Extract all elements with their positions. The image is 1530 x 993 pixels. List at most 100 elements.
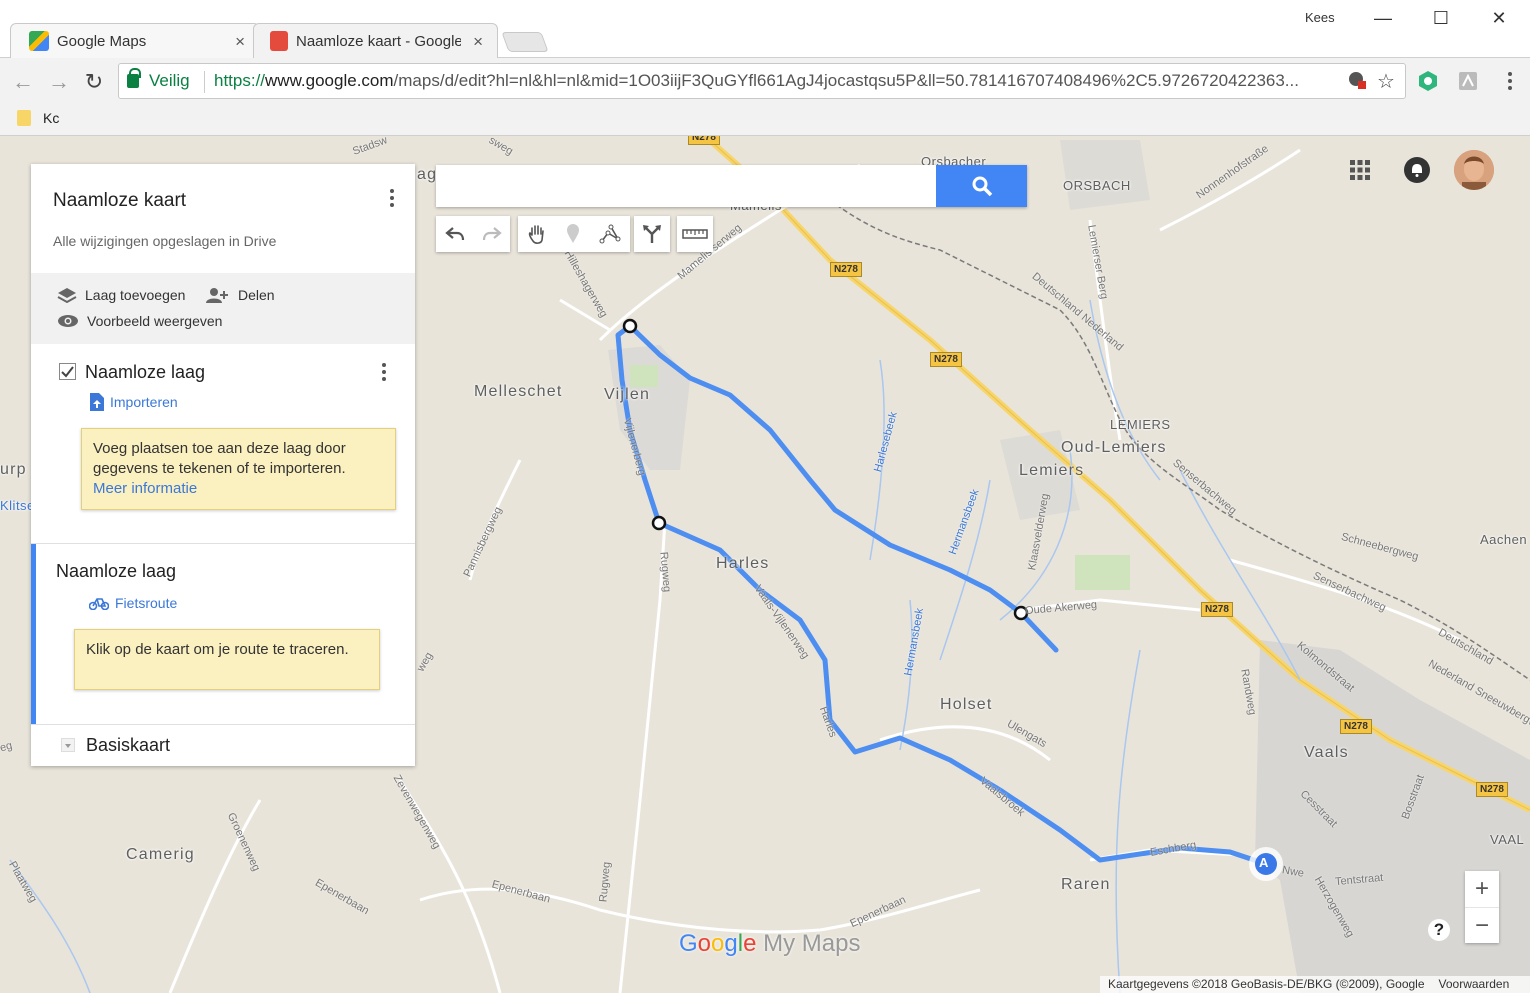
road-shield: N278 (930, 352, 962, 367)
add-layer-button[interactable]: Laag toevoegen (57, 287, 185, 303)
preview-button[interactable]: Voorbeeld weergeven (57, 313, 222, 329)
layer-options-icon[interactable] (382, 363, 386, 384)
help-icon[interactable]: ? (1428, 919, 1450, 941)
share-button[interactable]: Delen (206, 287, 275, 303)
pan-hand-icon[interactable] (527, 223, 547, 245)
extension-shield-icon[interactable] (1416, 69, 1440, 93)
bicycle-icon (89, 598, 109, 610)
tab-google-maps[interactable]: Google Maps × (10, 23, 260, 58)
place-label: LEMIERS (1110, 417, 1171, 432)
add-person-icon (206, 288, 228, 303)
zoom-controls: + − (1465, 871, 1499, 943)
map-title[interactable]: Naamloze kaart (53, 190, 186, 212)
layer-visibility-checkbox[interactable] (59, 363, 76, 380)
orsbach-urban-area (1060, 140, 1150, 210)
layer2-tip-text: Klik op de kaart om je route te traceren… (86, 641, 349, 658)
save-status: Alle wijzigingen opgeslagen in Drive (53, 233, 277, 249)
add-marker-icon[interactable] (566, 224, 580, 244)
road-shield: N278 (688, 136, 720, 145)
route-start-marker-label: A (1259, 855, 1269, 870)
place-label: Holset (940, 696, 993, 713)
tab-close-icon[interactable]: × (473, 32, 483, 52)
bookmark-folder-kc[interactable]: Kc (43, 110, 59, 126)
search-button[interactable] (936, 165, 1027, 207)
ruler-icon (682, 229, 708, 239)
route-waypoint[interactable] (622, 318, 638, 334)
terms-link[interactable]: Voorwaarden (1439, 977, 1510, 991)
close-window-icon[interactable]: ✕ (1484, 8, 1514, 29)
tab-strip: Google Maps × Naamloze kaart - Google × … (0, 0, 1530, 58)
back-arrow-icon[interactable]: ← (10, 69, 36, 95)
notifications-bell-icon[interactable] (1404, 157, 1430, 183)
park-area (630, 365, 658, 387)
browser-chrome: Google Maps × Naamloze kaart - Google × … (0, 0, 1530, 136)
maximize-icon[interactable]: ☐ (1426, 8, 1456, 29)
account-avatar[interactable] (1454, 150, 1494, 190)
route-mode-label: Fietsroute (115, 595, 178, 611)
minimize-icon[interactable]: — (1368, 8, 1398, 29)
route-mode-link[interactable]: Fietsroute (89, 595, 177, 611)
place-label: ORSBACH (1063, 178, 1131, 193)
secure-label: Veilig (149, 71, 190, 90)
place-label: Camerig (126, 846, 195, 863)
route-waypoint[interactable] (651, 515, 667, 531)
layer2-title[interactable]: Naamloze laag (56, 561, 176, 582)
apps-grid-icon[interactable] (1350, 160, 1370, 180)
blocked-content-icon[interactable] (1347, 70, 1367, 95)
layer1-tip: Voeg plaatsen toe aan deze laag door geg… (81, 428, 396, 510)
place-label: Klitse (0, 498, 35, 513)
profile-name[interactable]: Kees (1305, 10, 1335, 25)
layers-panel: Naamloze kaart Alle wijzigingen opgeslag… (31, 164, 415, 766)
layers-icon (57, 288, 77, 303)
panel-actions: Laag toevoegen Delen Voorbeeld weergeven (31, 273, 415, 344)
new-tab-button[interactable] (501, 32, 549, 52)
basemap-title[interactable]: Basiskaart (86, 735, 170, 756)
tab-title: Naamloze kaart - Google (296, 32, 461, 50)
tab-naamloze-kaart[interactable]: Naamloze kaart - Google × (253, 23, 498, 58)
draw-line-icon[interactable] (599, 224, 621, 244)
directions-button[interactable] (634, 216, 670, 252)
map-options-icon[interactable] (390, 189, 394, 210)
measure-button[interactable] (677, 216, 713, 252)
undo-redo-group (436, 216, 510, 252)
place-label: Melleschet (474, 383, 563, 400)
more-info-link[interactable]: Meer informatie (93, 480, 197, 497)
share-label: Delen (238, 287, 275, 303)
reload-icon[interactable]: ↻ (81, 69, 107, 95)
search-input[interactable] (446, 173, 926, 199)
redo-icon[interactable] (482, 226, 502, 242)
bike-route-line (615, 323, 1269, 867)
forward-arrow-icon[interactable]: → (46, 69, 72, 95)
layer-divider (31, 543, 415, 544)
bookmark-star-icon[interactable]: ☆ (1377, 69, 1395, 94)
secure-indicator[interactable]: Veilig (127, 68, 190, 91)
zoom-out-button[interactable]: − (1465, 907, 1499, 943)
search-box (436, 165, 1027, 207)
bookmarks-bar: Kc (0, 104, 1530, 135)
lock-icon (127, 68, 141, 88)
place-label: Vaals (1304, 744, 1349, 761)
search-icon (972, 176, 992, 197)
import-label: Importeren (110, 394, 178, 410)
tab-close-icon[interactable]: × (235, 32, 245, 52)
import-link[interactable]: Importeren (90, 393, 178, 411)
eye-icon (58, 315, 78, 327)
google-my-maps-logo: Google My Maps (679, 930, 861, 957)
browser-menu-icon[interactable] (1498, 69, 1522, 93)
undo-icon[interactable] (444, 226, 465, 242)
basemap-expand-icon[interactable] (61, 738, 75, 752)
zoom-in-button[interactable]: + (1465, 871, 1499, 907)
layer1-title[interactable]: Naamloze laag (85, 362, 205, 383)
place-label: Lemiers (1019, 462, 1085, 479)
url-text[interactable]: https://www.google.com/maps/d/edit?hl=nl… (214, 71, 1344, 91)
park-area (1075, 555, 1130, 590)
place-label: Vijlen (604, 386, 651, 403)
pdf-extension-icon[interactable] (1456, 69, 1480, 93)
place-label: ag (417, 166, 438, 183)
address-bar[interactable]: Veilig https://www.google.com/maps/d/edi… (118, 63, 1406, 99)
url-path: /maps/d/edit?hl=nl&hl=nl&mid=1O03iijF3Qu… (393, 71, 1299, 90)
place-label: Harles (716, 555, 770, 572)
layer1-tip-text: Voeg plaatsen toe aan deze laag door geg… (93, 440, 346, 477)
import-file-icon (90, 393, 104, 411)
my-maps-favicon-icon (270, 31, 288, 51)
